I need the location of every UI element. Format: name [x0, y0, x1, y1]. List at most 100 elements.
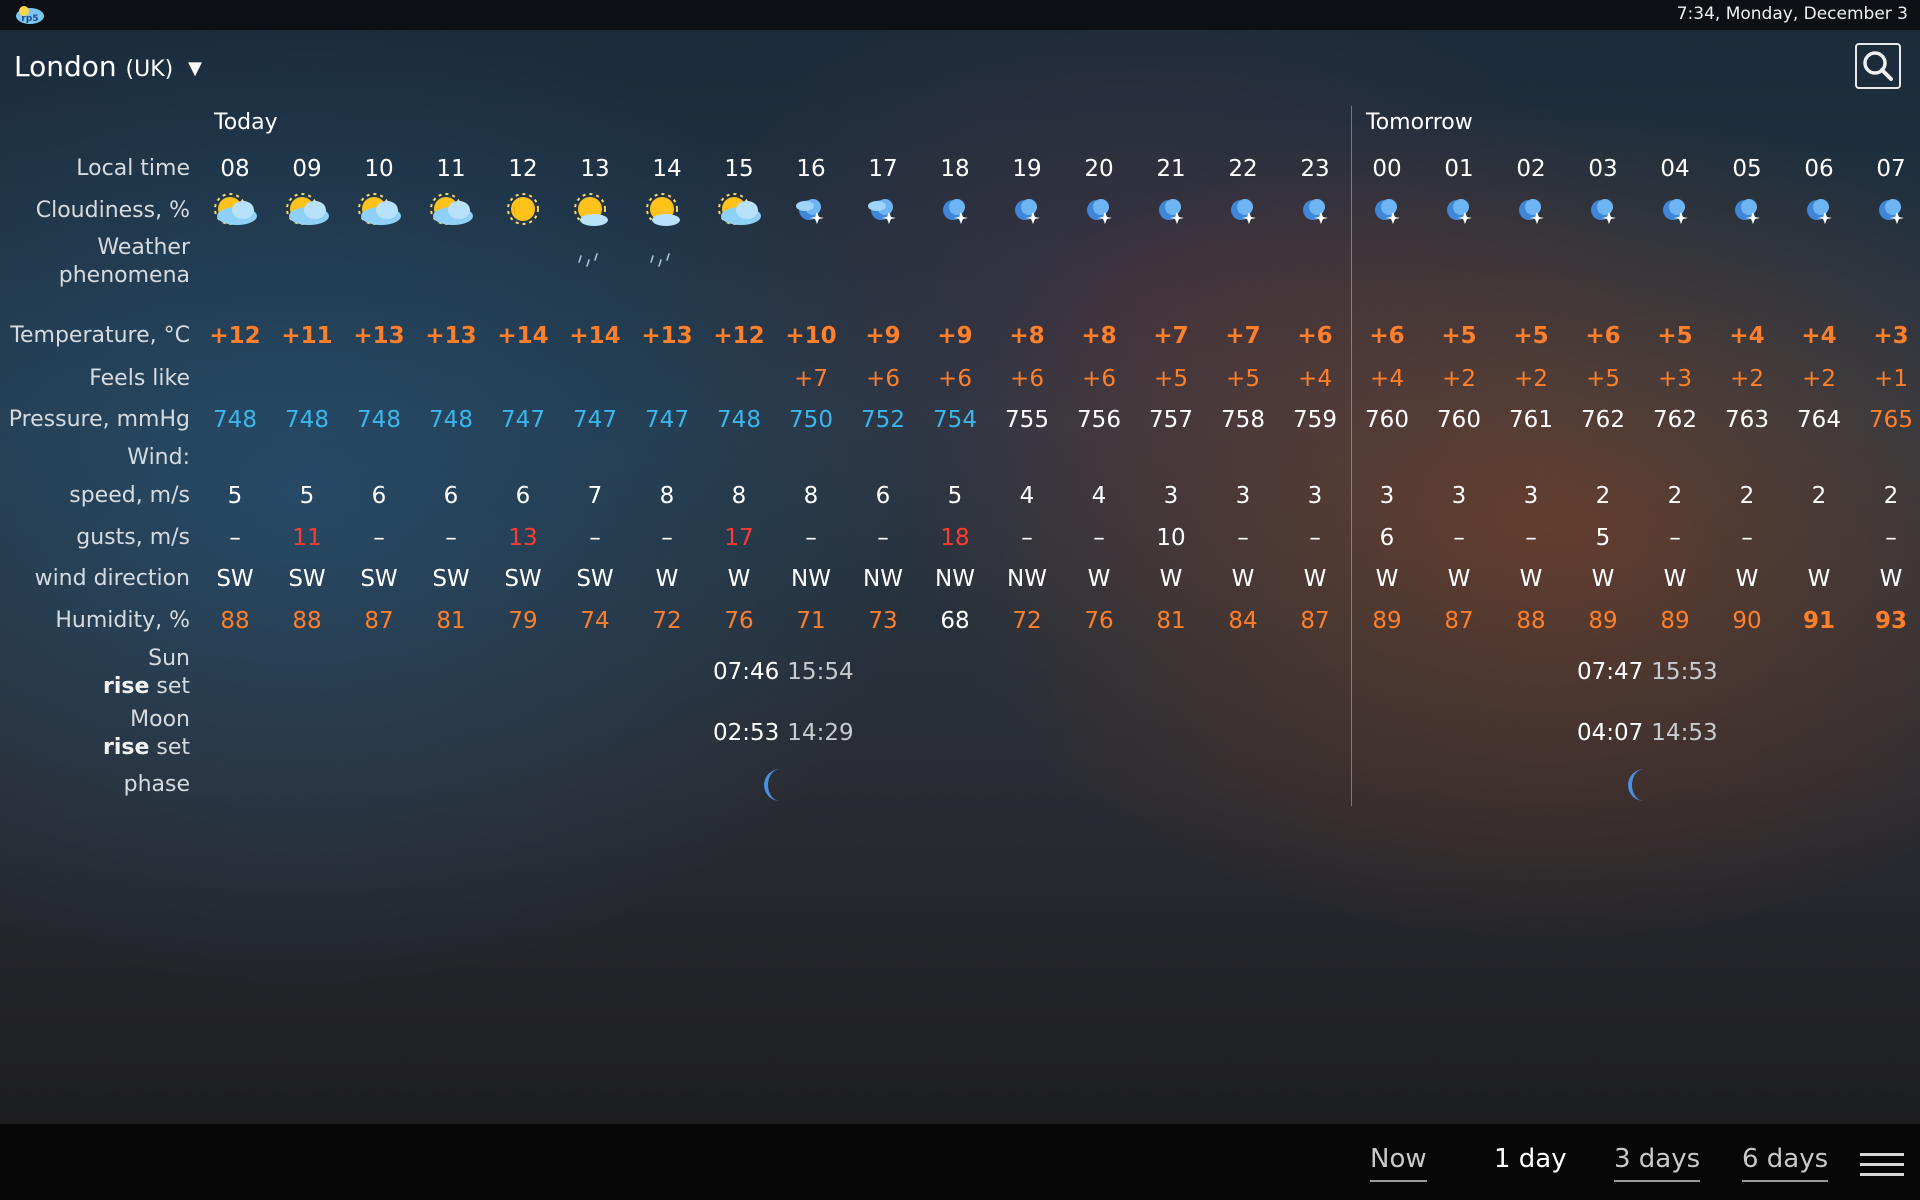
gusts-cell: –	[805, 525, 817, 551]
wind-direction-cell: NW	[1007, 566, 1047, 592]
label-sun-rise: rise	[102, 674, 150, 699]
pressure-cell: 759	[1293, 407, 1337, 433]
label-moon: Moon	[130, 707, 190, 732]
gusts-cell: 6	[1379, 525, 1395, 551]
moon-phase-icon	[1628, 769, 1644, 801]
wind-direction-cell: W	[1375, 566, 1399, 592]
moon-icon	[1447, 199, 1472, 224]
hour-cell: 01	[1444, 156, 1474, 182]
hour-cell: 08	[220, 156, 250, 182]
gusts-cell: –	[1885, 525, 1897, 551]
moon-icon	[1879, 199, 1904, 224]
feels-like-cell: +2	[1802, 366, 1836, 392]
menu-icon[interactable]	[1860, 1150, 1904, 1180]
status-clock: 7:34, Monday, December 3	[1676, 4, 1908, 24]
pressure-cell: 758	[1221, 407, 1265, 433]
search-button[interactable]	[1855, 43, 1901, 89]
light-rain-icon	[650, 253, 670, 267]
hour-cell: 21	[1156, 156, 1186, 182]
location-selector[interactable]: London (UK) ▼	[14, 50, 202, 83]
wind-direction-cell: W	[727, 566, 751, 592]
pressure-cell: 752	[861, 407, 905, 433]
humidity-cell: 81	[1156, 608, 1186, 634]
temperature-cell: +14	[569, 323, 621, 349]
moonrise-today: 02:53	[713, 720, 780, 746]
feels-like-cell: +6	[938, 366, 972, 392]
hour-cell: 22	[1228, 156, 1258, 182]
tab-6-days[interactable]: 6 days	[1742, 1144, 1829, 1182]
gusts-cell: –	[1093, 525, 1105, 551]
temperature-cell: +13	[353, 323, 405, 349]
label-moon-set: set	[156, 735, 190, 760]
tab-3-days[interactable]: 3 days	[1614, 1144, 1701, 1182]
label-temperature: Temperature, °C	[10, 323, 190, 348]
humidity-cell: 81	[436, 608, 466, 634]
sunset-today: 15:54	[787, 659, 854, 685]
feels-like-cell: +5	[1586, 366, 1620, 392]
temperature-cell: +9	[937, 323, 973, 349]
gusts-cell: –	[1669, 525, 1681, 551]
hour-cell: 07	[1876, 156, 1906, 182]
sun-times-tomorrow: 07:47 15:53	[1577, 659, 1718, 685]
temperature-cell: +7	[1225, 323, 1261, 349]
sun-cloud-icon	[286, 193, 329, 225]
humidity-cell: 89	[1372, 608, 1402, 634]
hour-cell: 20	[1084, 156, 1114, 182]
gusts-cell: –	[1741, 525, 1753, 551]
sun-cloud-small-icon	[646, 193, 680, 226]
pressure-cell: 762	[1581, 407, 1625, 433]
hour-cell: 12	[508, 156, 538, 182]
feels-like-cell: +7	[794, 366, 828, 392]
wind-speed-cell: 2	[1667, 483, 1683, 509]
pressure-cell: 748	[717, 407, 761, 433]
gusts-cell: 17	[724, 525, 754, 551]
wind-direction-cell: W	[1231, 566, 1255, 592]
tab-now[interactable]: Now	[1370, 1144, 1427, 1182]
wind-speed-cell: 3	[1523, 483, 1539, 509]
tab-1-day[interactable]: 1 day	[1494, 1144, 1567, 1180]
pressure-cell: 747	[645, 407, 689, 433]
dropdown-arrow-icon: ▼	[188, 58, 202, 79]
wind-direction-cell: W	[1447, 566, 1471, 592]
gusts-cell: –	[1309, 525, 1321, 551]
sunset-tomorrow: 15:53	[1651, 659, 1718, 685]
humidity-cell: 74	[580, 608, 610, 634]
hour-cell: 10	[364, 156, 394, 182]
hour-cell: 13	[580, 156, 610, 182]
moon-star-icon	[796, 199, 824, 224]
label-wind-direction: wind direction	[34, 566, 190, 591]
sunrise-tomorrow: 07:47	[1577, 659, 1644, 685]
moon-icon	[1159, 199, 1184, 224]
moon-icon	[943, 199, 968, 224]
temperature-cell: +4	[1729, 323, 1765, 349]
gusts-cell: –	[229, 525, 241, 551]
wind-speed-cell: 8	[659, 483, 675, 509]
feels-like-cell: +2	[1514, 366, 1548, 392]
wind-speed-cell: 3	[1379, 483, 1395, 509]
label-moon-rise-set: rise set	[103, 734, 190, 762]
gusts-cell: –	[1453, 525, 1465, 551]
gusts-cell: –	[877, 525, 889, 551]
wind-speed-cell: 2	[1811, 483, 1827, 509]
gusts-cell: 11	[292, 525, 322, 551]
wind-speed-cell: 6	[875, 483, 891, 509]
wind-speed-cell: 6	[371, 483, 387, 509]
wind-speed-cell: 3	[1451, 483, 1467, 509]
gusts-cell: 5	[1595, 525, 1611, 551]
pressure-cell: 755	[1005, 407, 1049, 433]
gusts-cell: –	[373, 525, 385, 551]
humidity-cell: 72	[1012, 608, 1042, 634]
humidity-cell: 87	[364, 608, 394, 634]
wind-speed-cell: 2	[1883, 483, 1899, 509]
moon-star-icon	[868, 199, 896, 224]
humidity-cell: 91	[1802, 608, 1835, 634]
wind-direction-cell: W	[1303, 566, 1327, 592]
wind-direction-cell: W	[1087, 566, 1111, 592]
wind-direction-cell: W	[655, 566, 679, 592]
temperature-cell: +6	[1369, 323, 1405, 349]
wind-speed-cell: 5	[947, 483, 963, 509]
wind-direction-cell: SW	[288, 566, 326, 592]
wind-direction-cell: W	[1879, 566, 1903, 592]
label-wind: Wind:	[127, 445, 190, 470]
moon-icon	[1087, 199, 1112, 224]
